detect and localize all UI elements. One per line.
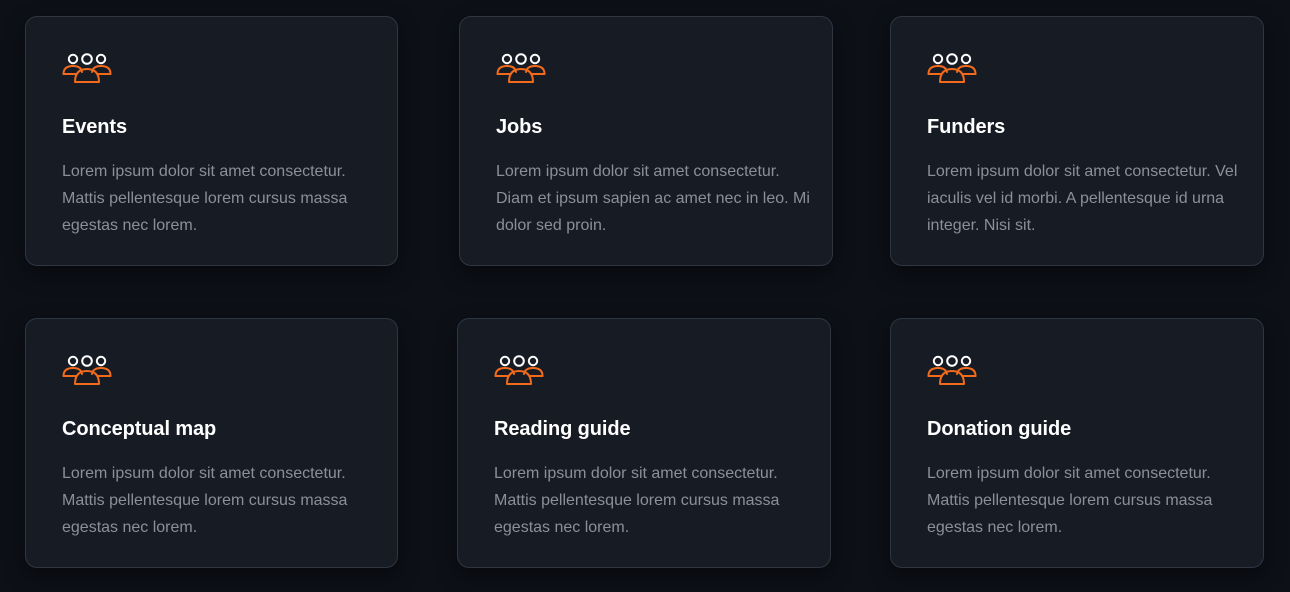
card-events[interactable]: Events Lorem ipsum dolor sit amet consec… [25,16,398,266]
card-conceptual-map[interactable]: Conceptual map Lorem ipsum dolor sit ame… [25,318,398,568]
users-group-icon [62,51,112,85]
users-group-icon [496,51,546,85]
card-title: Jobs [496,116,543,138]
card-funders[interactable]: Funders Lorem ipsum dolor sit amet conse… [890,16,1264,266]
users-group-icon [927,353,977,387]
card-jobs[interactable]: Jobs Lorem ipsum dolor sit amet consecte… [459,16,833,266]
users-group-icon [927,51,977,85]
card-description: Lorem ipsum dolor sit amet consectetur. … [494,465,780,536]
card-description: Lorem ipsum dolor sit amet consectetur. … [927,163,1238,234]
card-donation-guide[interactable]: Donation guide Lorem ipsum dolor sit ame… [890,318,1264,568]
users-group-icon [494,353,544,387]
card-description: Lorem ipsum dolor sit amet consectetur. … [927,465,1213,536]
card-title: Funders [927,116,1006,138]
card-title: Reading guide [494,418,631,440]
card-title: Events [62,116,127,138]
card-description: Lorem ipsum dolor sit amet consectetur. … [496,163,810,234]
card-description: Lorem ipsum dolor sit amet consectetur. … [62,465,348,536]
card-title: Conceptual map [62,418,217,440]
card-description: Lorem ipsum dolor sit amet consectetur. … [62,163,348,234]
card-title: Donation guide [927,418,1072,440]
users-group-icon [62,353,112,387]
card-reading-guide[interactable]: Reading guide Lorem ipsum dolor sit amet… [457,318,831,568]
